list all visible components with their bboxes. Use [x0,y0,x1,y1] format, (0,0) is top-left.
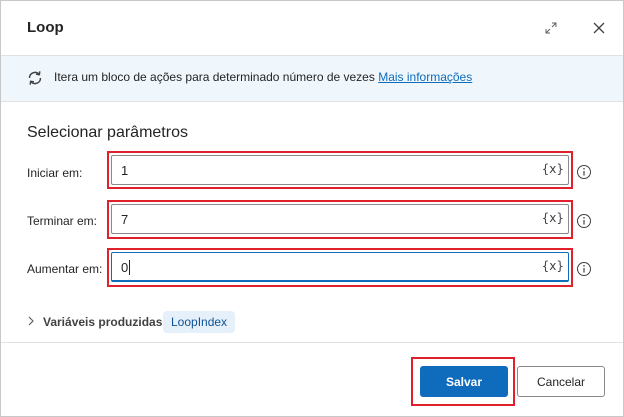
produced-variables-label: Variáveis produzidas [43,315,163,329]
close-icon[interactable] [588,17,610,39]
dialog-titlebar: Loop [1,1,623,55]
start-label: Iniciar em: [27,166,83,180]
increment-input[interactable]: 0 {x} [111,252,569,282]
info-circle-icon[interactable] [576,261,592,277]
increment-label: Aumentar em: [27,262,103,276]
loop-icon [26,69,44,92]
increment-value: 0 [121,260,131,275]
expand-icon[interactable] [540,17,562,39]
section-title: Selecionar parâmetros [27,124,188,141]
start-input[interactable]: 1 {x} [111,155,569,185]
variable-button[interactable]: {x} [542,211,564,225]
chevron-right-icon [27,313,35,331]
footer-divider [1,342,623,343]
more-info-link[interactable]: Mais informações [378,70,472,84]
loop-dialog: Loop Itera um bloco de ações para determ… [0,0,624,417]
variable-chip[interactable]: LoopIndex [163,311,236,333]
variable-button[interactable]: {x} [542,162,564,176]
end-label: Terminar em: [27,214,98,228]
produced-variables-toggle[interactable]: Variáveis produzidas [27,311,162,333]
start-value: 1 [121,163,129,178]
info-circle-icon[interactable] [576,164,592,180]
cancel-button[interactable]: Cancelar [517,366,605,397]
save-button[interactable]: Salvar [420,366,508,397]
info-description: Itera um bloco de ações para determinado… [54,70,472,84]
info-bar: Itera um bloco de ações para determinado… [1,55,623,102]
info-text: Itera um bloco de ações para determinado… [54,70,375,84]
variable-button[interactable]: {x} [542,259,564,273]
dialog-title: Loop [27,19,64,36]
info-circle-icon[interactable] [576,213,592,229]
end-input[interactable]: 7 {x} [111,204,569,234]
end-value: 7 [121,212,129,227]
